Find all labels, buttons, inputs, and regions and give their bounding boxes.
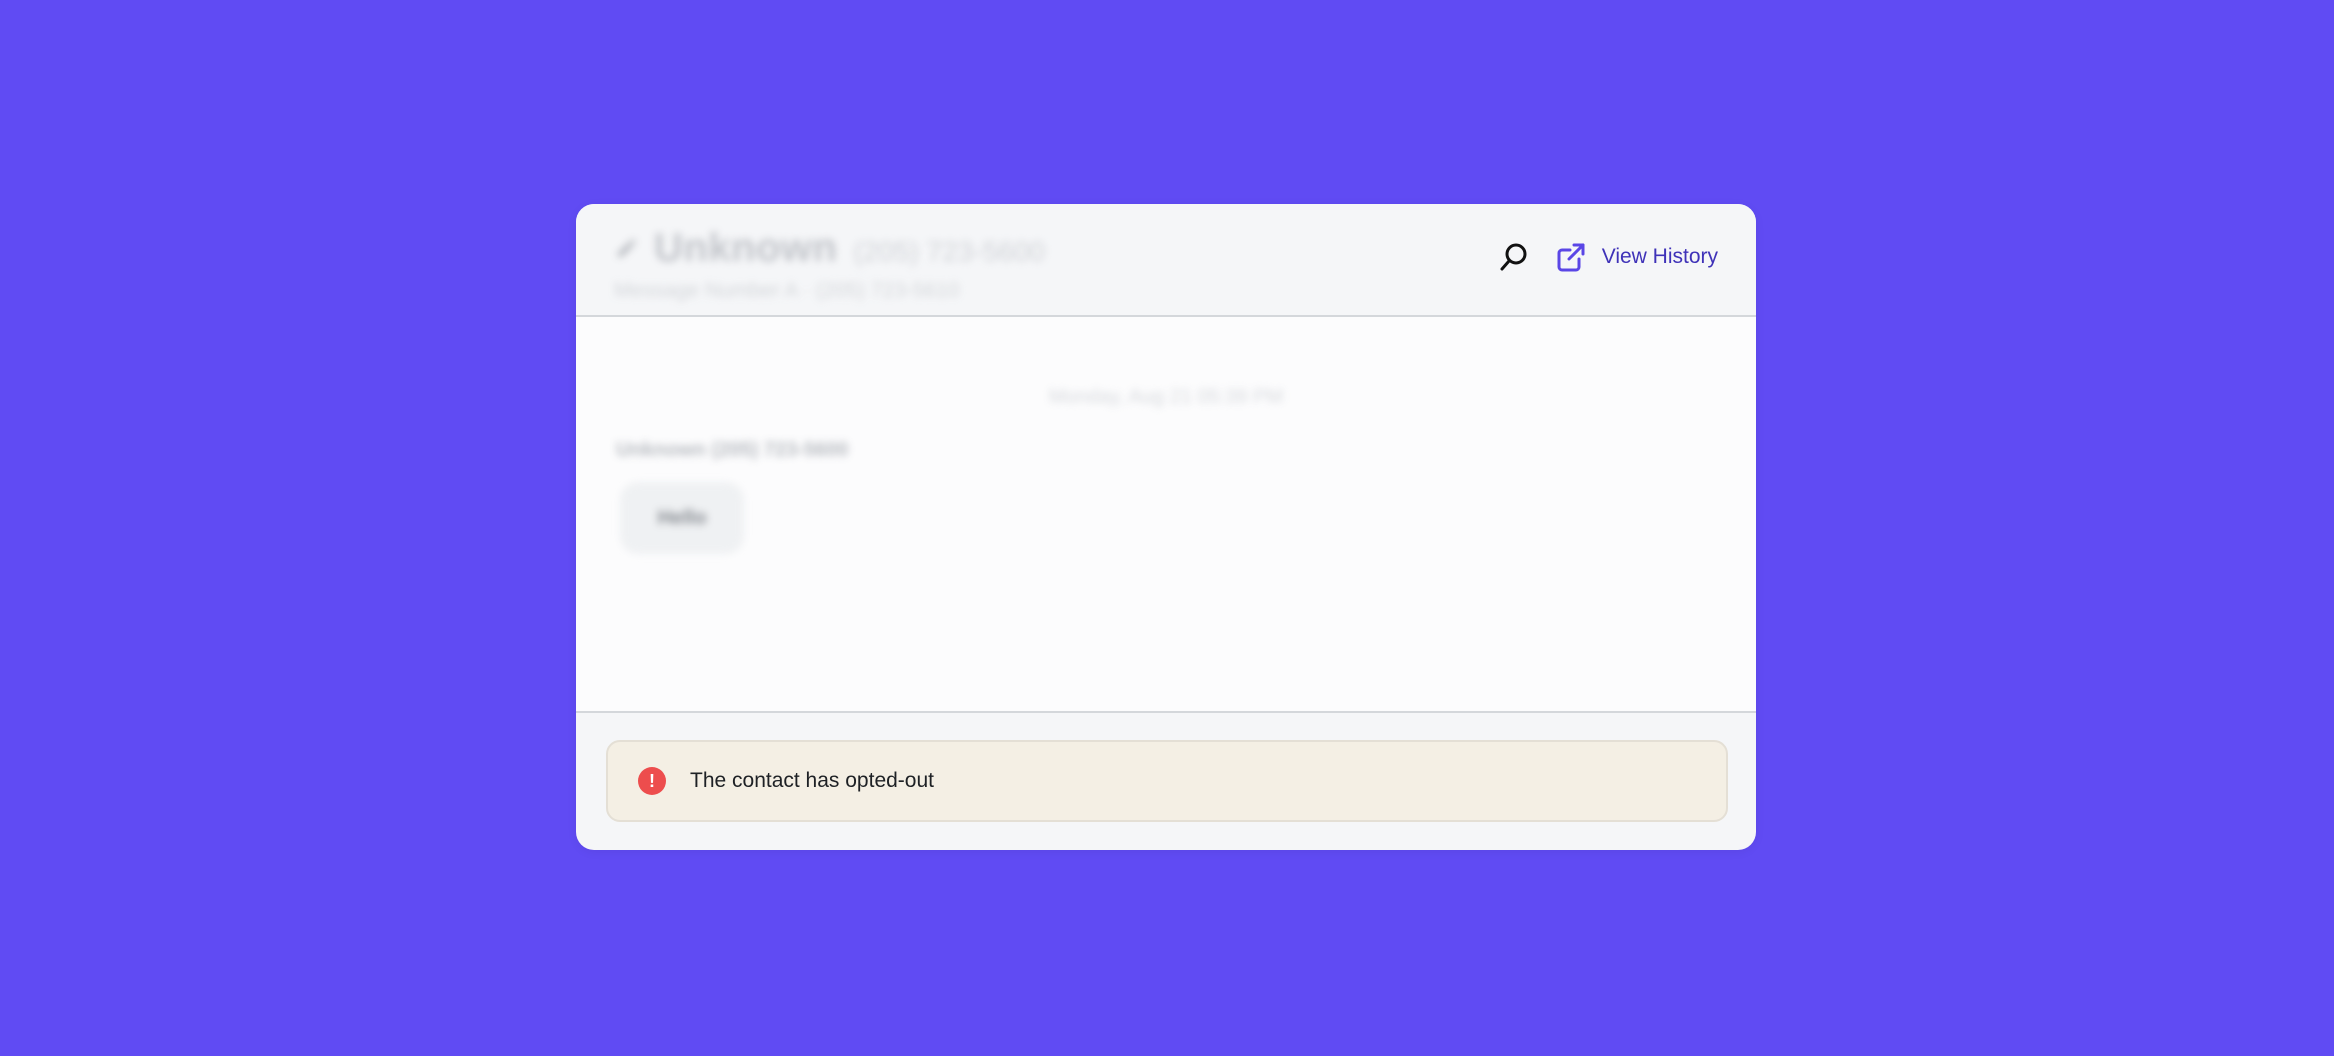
message-bubble: Hello — [620, 482, 744, 554]
date-divider: Monday, Aug 21 05:39 PM — [1048, 386, 1284, 408]
opt-out-alert: ! The contact has opted-out — [606, 740, 1728, 822]
view-history-label: View History — [1601, 245, 1718, 268]
contact-summary: Unknown (205) 723-5600 Message Number A … — [614, 226, 1045, 303]
conversation-panel: Unknown (205) 723-5600 Message Number A … — [576, 204, 1756, 850]
message-thread: Monday, Aug 21 05:39 PM Unknown (205) 72… — [576, 317, 1756, 713]
exclamation-icon: ! — [638, 767, 666, 795]
contact-title-row: Unknown (205) 723-5600 — [614, 226, 1045, 271]
contact-number: (205) 723-5600 — [853, 236, 1045, 267]
edit-pencil-icon[interactable] — [614, 237, 638, 261]
external-link-icon — [1554, 240, 1588, 274]
header-actions: View History — [1498, 240, 1718, 274]
sender-label: Unknown (205) 723-5600 — [616, 439, 849, 461]
opt-out-message: The contact has opted-out — [690, 769, 934, 792]
conversation-header: Unknown (205) 723-5600 Message Number A … — [576, 204, 1756, 317]
contact-name: Unknown — [654, 226, 838, 270]
contact-subline: Message Number A · (205) 723-5610 — [614, 279, 960, 302]
view-history-button[interactable]: View History — [1554, 240, 1718, 274]
search-icon[interactable] — [1498, 241, 1530, 273]
message-text: Hello — [657, 506, 707, 529]
